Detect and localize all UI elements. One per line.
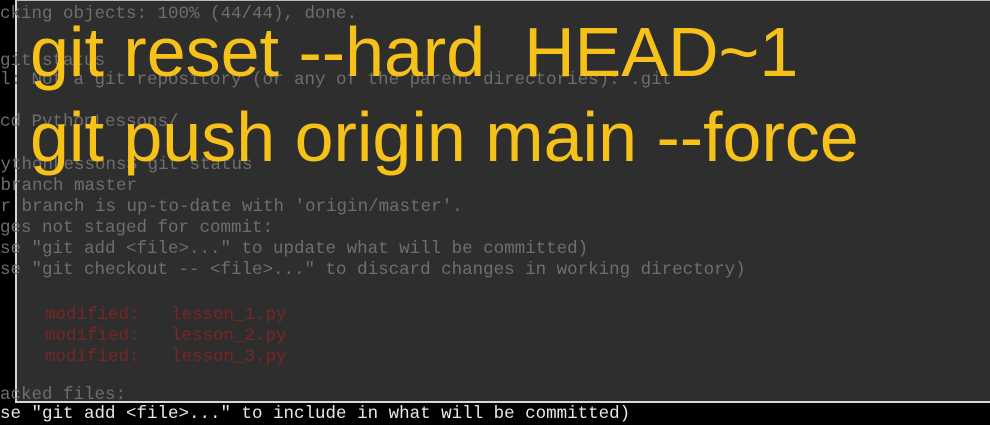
terminal-modified-line: modified: lesson_1.py: [45, 305, 287, 325]
terminal-line: Untracked files:: [0, 385, 127, 405]
terminal-line: (use "git add <file>..." to update what …: [0, 239, 589, 259]
terminal-line: Unpacking objects: 100% (44/44), done.: [0, 4, 358, 24]
terminal-line: PythonLessons$ git status: [0, 155, 253, 175]
terminal-line: git status: [0, 51, 106, 71]
terminal-line: Changes not staged for commit:: [0, 218, 274, 238]
terminal-line: cd PythonLessons/: [0, 112, 179, 132]
terminal-modified-line: modified: lesson_3.py: [45, 347, 287, 367]
terminal-line: (use "git checkout -- <file>..." to disc…: [0, 260, 746, 280]
terminal-line: fatal: Not a git repository (or any of t…: [0, 70, 673, 90]
terminal-line: Your branch is up-to-date with 'origin/m…: [0, 197, 463, 217]
terminal-line: On branch master: [0, 176, 138, 196]
terminal-modified-line: modified: lesson_2.py: [45, 326, 287, 346]
